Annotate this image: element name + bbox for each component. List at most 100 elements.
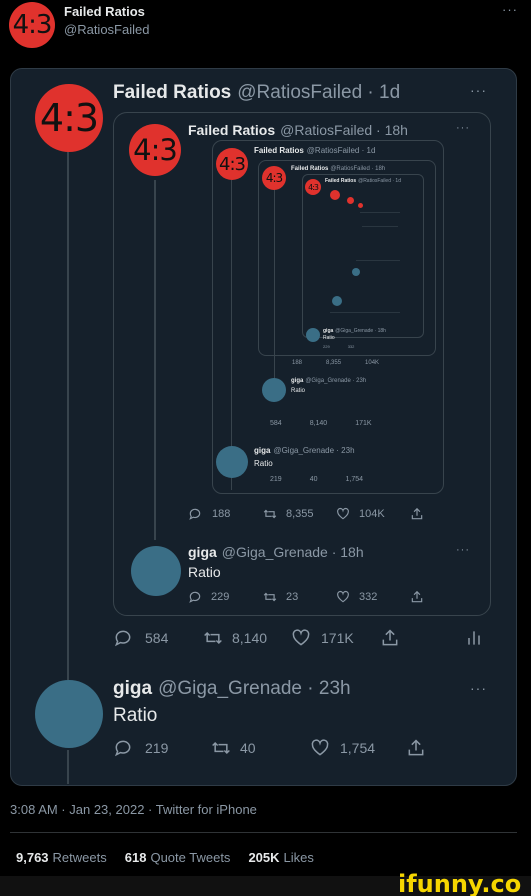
mid-reply-a-stats: 219 40 1,754 [270, 476, 363, 483]
deep-reply-b-avatar[interactable] [306, 328, 320, 342]
level2-retweets[interactable]: 8,140 [310, 420, 328, 427]
mid-reply-a-replies[interactable]: 219 [270, 476, 282, 483]
main-tweet-name[interactable]: Failed Ratios [113, 82, 231, 104]
quotes-label[interactable]: Quote Tweets [150, 850, 230, 865]
inner-share-action[interactable] [410, 507, 424, 521]
inner-reply-like-action[interactable]: 332 [336, 590, 377, 604]
quote3-thread-line [274, 188, 275, 380]
retweets-count[interactable]: 9,763 [16, 850, 49, 865]
deep-reply-a-avatar[interactable] [262, 378, 286, 402]
deep-reply-b-handle[interactable]: @Giga_Grenade · 18h [335, 328, 386, 334]
mid-reply-a-avatar[interactable] [216, 446, 248, 478]
nested-tweet-lines [330, 312, 400, 313]
profile-avatar[interactable]: 4:3 [9, 2, 55, 48]
main-like-action[interactable]: 171K [291, 628, 354, 648]
bottom-reply-reply-count: 219 [145, 740, 169, 756]
mid-reply-a-text: Ratio [254, 459, 273, 468]
quote1-name[interactable]: Failed Ratios [188, 122, 275, 138]
quotes-count[interactable]: 618 [125, 850, 147, 865]
quote-tweet-level4[interactable] [302, 174, 424, 338]
likes-label[interactable]: Likes [284, 850, 314, 865]
inner-reply-share-action[interactable] [410, 590, 424, 604]
inner-reply-reply-action[interactable]: 229 [188, 590, 229, 604]
main-retweet-action[interactable]: 8,140 [202, 628, 267, 648]
mid-reply-a-name[interactable]: giga [254, 446, 270, 455]
heart-icon [311, 739, 329, 756]
inner-reply-name[interactable]: giga [188, 544, 217, 560]
level3-likes[interactable]: 104K [365, 360, 379, 366]
mid-reply-a-handle[interactable]: @Giga_Grenade · 23h [273, 446, 354, 455]
quote2-handle[interactable]: @RatiosFailed · 1d [307, 146, 376, 155]
quote4-name[interactable]: Failed Ratios [325, 178, 356, 184]
quote7-avatar [358, 203, 363, 208]
level3-replies[interactable]: 188 [292, 360, 302, 366]
inner-reply-handle[interactable]: @Giga_Grenade · 18h [222, 544, 364, 560]
inner-reply-action[interactable]: 188 [188, 507, 230, 521]
bottom-reply-reply-action[interactable]: 219 [113, 738, 168, 758]
main-share-action[interactable] [380, 628, 400, 648]
inner-like-action[interactable]: 104K [336, 507, 385, 521]
level2-likes[interactable]: 171K [355, 420, 371, 427]
quote3-handle[interactable]: @RatiosFailed · 18h [330, 166, 385, 172]
quote3-name[interactable]: Failed Ratios [291, 166, 328, 172]
retweets-label[interactable]: Retweets [53, 850, 107, 865]
deep-reply-b-likes[interactable]: 332 [348, 344, 355, 349]
mid-reply-a-retweets[interactable]: 40 [310, 476, 318, 483]
retweet-icon [263, 592, 277, 602]
main-reply-action[interactable]: 584 [113, 628, 168, 648]
profile-more-icon[interactable]: ··· [502, 2, 518, 17]
quote2-thread-line [231, 180, 232, 490]
deep-reply-b-author: giga @Giga_Grenade · 18h [323, 328, 386, 334]
quote1-avatar[interactable]: 4:3 [129, 124, 181, 176]
quote4-avatar[interactable]: 4:3 [305, 179, 321, 195]
inner-reply-text: Ratio [188, 564, 221, 580]
inner-reply-reply-count: 229 [211, 591, 230, 603]
reply-icon [189, 508, 201, 520]
inner-reply-like-count: 332 [359, 591, 378, 603]
bottom-reply-name[interactable]: giga [113, 678, 152, 700]
deep-reply-a-name[interactable]: giga [291, 378, 303, 384]
quote4-handle[interactable]: @RatiosFailed · 1d [358, 178, 401, 184]
bottom-reply-like-action[interactable]: 1,754 [310, 738, 375, 758]
quote5-avatar [330, 190, 340, 200]
main-retweet-count: 8,140 [232, 630, 268, 646]
deep-reply-a-handle[interactable]: @Giga_Grenade · 23h [305, 378, 366, 384]
profile-name[interactable]: Failed Ratios [64, 4, 145, 19]
retweet-icon [263, 509, 277, 519]
bottom-reply-share-action[interactable] [406, 738, 426, 758]
bottom-reply-avatar[interactable] [35, 680, 103, 748]
main-tweet-handle[interactable]: @RatiosFailed · 1d [237, 82, 400, 104]
deep-reply-b-replies[interactable]: 229 [323, 344, 330, 349]
bottom-reply-retweet-action[interactable]: 40 [210, 738, 256, 758]
level2-replies[interactable]: 584 [270, 420, 282, 427]
quote2-name[interactable]: Failed Ratios [254, 146, 304, 155]
main-tweet-avatar[interactable]: 4:3 [35, 84, 103, 152]
inner-retweet-action[interactable]: 8,355 [262, 507, 314, 521]
inner-retweet-count: 8,355 [286, 508, 314, 520]
main-like-count: 171K [321, 630, 354, 646]
quote2-avatar[interactable]: 4:3 [216, 148, 248, 180]
main-tweet-more-icon[interactable]: ··· [470, 82, 487, 98]
bottom-reply-handle[interactable]: @Giga_Grenade · 23h [158, 678, 351, 700]
quote1-more-icon[interactable]: ··· [456, 122, 470, 134]
mid-reply-a-likes[interactable]: 1,754 [345, 476, 363, 483]
likes-count[interactable]: 205K [248, 850, 279, 865]
deep-reply-b-name[interactable]: giga [323, 328, 333, 334]
quote2-author: Failed Ratios @RatiosFailed · 1d [254, 146, 375, 155]
bottom-reply-author: giga @Giga_Grenade · 23h [113, 678, 351, 700]
main-analytics-action[interactable] [464, 628, 484, 648]
share-icon [411, 590, 423, 603]
tweet-timestamp[interactable]: 3:08 AM · Jan 23, 2022 · Twitter for iPh… [10, 802, 257, 817]
nested-ape-avatar [352, 268, 360, 276]
inner-reply-avatar[interactable] [131, 546, 181, 596]
share-icon [382, 629, 398, 646]
profile-handle[interactable]: @RatiosFailed [64, 22, 149, 37]
quote1-handle[interactable]: @RatiosFailed · 18h [280, 122, 408, 138]
inner-reply-retweet-action[interactable]: 23 [262, 590, 298, 604]
deep-reply-b-stats: 229 332 [323, 344, 354, 349]
bottom-reply-more-icon[interactable]: ··· [470, 680, 487, 696]
inner-reply-more-icon[interactable]: ··· [456, 544, 470, 556]
main-reply-count: 584 [145, 630, 169, 646]
quote3-avatar[interactable]: 4:3 [262, 166, 286, 190]
level3-retweets[interactable]: 8,355 [326, 360, 341, 366]
